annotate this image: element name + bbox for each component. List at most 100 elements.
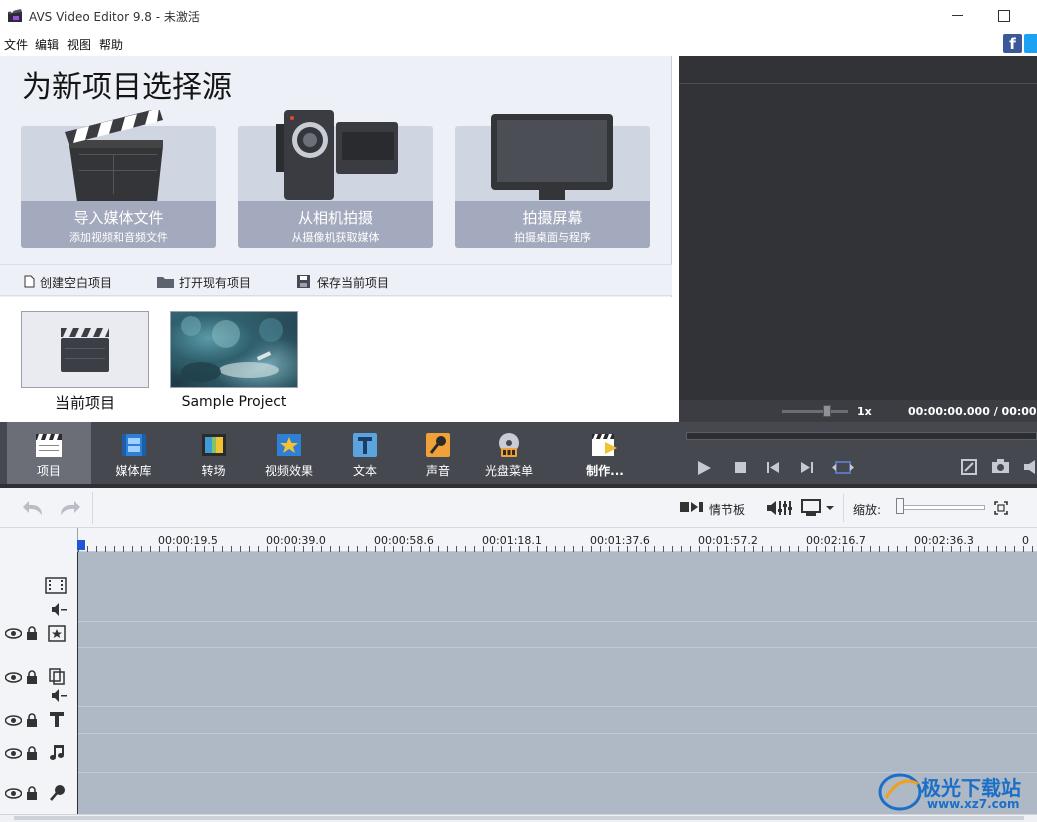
effects-track-icon	[48, 625, 66, 642]
ruler-label: 00:00:58.6	[374, 534, 434, 547]
produce-icon	[592, 434, 617, 456]
tab-video-effects[interactable]: 视频效果	[256, 422, 322, 484]
tab-transitions[interactable]: 转场	[176, 422, 251, 484]
save-current-project[interactable]: 保存当前项目	[297, 274, 389, 291]
storyboard-icon[interactable]	[680, 500, 704, 514]
ruler-label: 00:01:57.2	[698, 534, 758, 547]
current-project-thumbnail[interactable]	[21, 311, 149, 388]
tab-media-library[interactable]: 媒体库	[96, 422, 171, 484]
audio-mute-icon[interactable]	[52, 603, 68, 616]
tab-disc-menu[interactable]: 光盘菜单	[474, 422, 544, 484]
blank-page-icon	[24, 275, 35, 288]
tab-text[interactable]: 文本	[334, 422, 396, 484]
toolbar-divider	[843, 494, 844, 522]
avs-video-editor-window: AVS Video Editor 9.8 - 未激活 文件 编辑 视图 帮助 f…	[0, 0, 1037, 822]
timeline-toolbar	[0, 488, 1037, 528]
preview-panel	[679, 56, 1037, 422]
media-library-icon	[121, 434, 146, 456]
ruler-label: 00:02:36.3	[914, 534, 974, 547]
fullscreen-preview-icon[interactable]	[832, 461, 854, 474]
menu-help[interactable]: 帮助	[99, 36, 123, 53]
music-track-icon	[50, 745, 64, 760]
snapshot-camera-icon[interactable]	[991, 459, 1010, 474]
tab-project[interactable]: 项目	[7, 422, 91, 484]
create-blank-project[interactable]: 创建空白项目	[24, 274, 112, 291]
speed-slider[interactable]	[782, 410, 848, 413]
visibility-eye-icon[interactable]	[5, 672, 22, 683]
visibility-eye-icon[interactable]	[5, 748, 22, 759]
capture-screen-card[interactable]: 拍摄屏幕 拍摄桌面与程序	[455, 114, 650, 248]
redo-icon[interactable]	[57, 499, 81, 517]
capture-camera-card[interactable]: 从相机拍摄 从摄像机获取媒体	[238, 110, 433, 248]
diver-scene-image	[181, 316, 283, 382]
audio-mute-icon[interactable]	[52, 689, 68, 702]
monitor-icon	[491, 114, 613, 200]
lock-icon[interactable]	[26, 786, 38, 800]
zoom-label: 缩放:	[853, 503, 882, 517]
zoom-slider[interactable]	[898, 505, 985, 510]
ruler-label: 00:00:39.0	[266, 534, 326, 547]
import-media-card[interactable]: 导入媒体文件 添加视频和音频文件	[21, 110, 216, 248]
maximize-button[interactable]	[992, 6, 1016, 26]
visibility-eye-icon[interactable]	[5, 788, 22, 799]
speed-label: 1x	[857, 405, 872, 418]
capture-camera-label: 从相机拍摄 从摄像机获取媒体	[238, 201, 433, 248]
ruler-label: 00:01:37.6	[590, 534, 650, 547]
tab-audio[interactable]: 声音	[408, 422, 468, 484]
text-icon	[353, 433, 377, 457]
lock-icon[interactable]	[26, 626, 38, 640]
zoom-slider-knob[interactable]	[896, 498, 904, 514]
open-existing-project[interactable]: 打开现有项目	[157, 274, 251, 291]
fit-timeline-icon[interactable]	[994, 501, 1008, 515]
tab-produce[interactable]: 制作...	[574, 422, 636, 484]
menu-view[interactable]: 视图	[67, 36, 91, 53]
minimize-button[interactable]	[946, 6, 970, 26]
undo-icon[interactable]	[22, 499, 46, 517]
stop-icon[interactable]	[735, 462, 746, 473]
lock-icon[interactable]	[26, 670, 38, 684]
next-frame-icon[interactable]	[800, 462, 813, 473]
microphone-icon	[426, 433, 450, 457]
timecode-display: 00:00:00.000 / 00:00:0	[908, 405, 1037, 418]
preview-divider	[679, 83, 1037, 84]
project-actions-bar: 创建空白项目 打开现有项目 保存当前项目	[0, 264, 672, 296]
folder-icon	[157, 277, 174, 288]
track-separator	[78, 706, 1037, 707]
playhead-marker[interactable]	[77, 540, 85, 550]
speed-slider-knob[interactable]	[823, 405, 831, 417]
clapperboard-icon	[65, 110, 163, 202]
audio-mixer-icon[interactable]	[767, 499, 793, 517]
menu-edit[interactable]: 编辑	[35, 36, 59, 53]
menu-bar: 文件 编辑 视图 帮助	[0, 32, 1037, 56]
text-track-icon	[50, 712, 64, 727]
ruler-label: 0	[1022, 534, 1029, 547]
source-panel-title: 为新项目选择源	[22, 70, 232, 105]
twitter-icon[interactable]	[1024, 34, 1037, 53]
save-disk-icon	[297, 275, 310, 288]
previous-frame-icon[interactable]	[767, 462, 780, 473]
project-icon	[36, 434, 62, 457]
lock-icon[interactable]	[26, 746, 38, 760]
transitions-icon	[201, 434, 226, 456]
play-icon[interactable]	[696, 460, 712, 476]
storyboard-label[interactable]: 情节板	[709, 501, 745, 518]
video-effects-icon	[277, 434, 301, 456]
scrollbar-thumb[interactable]	[14, 816, 1024, 820]
track-separator	[78, 733, 1037, 734]
facebook-icon[interactable]: f	[1003, 34, 1022, 53]
sample-project-thumbnail[interactable]	[170, 311, 298, 388]
playback-progress-track[interactable]	[686, 432, 1037, 440]
aspect-ratio-dropdown-icon[interactable]	[801, 499, 835, 517]
lock-icon[interactable]	[26, 713, 38, 727]
timeline-left-border	[77, 552, 78, 814]
watermark-url: www.xz7.com	[927, 797, 1020, 811]
clapperboard-icon	[61, 328, 109, 372]
visibility-eye-icon[interactable]	[5, 628, 22, 639]
ruler-label: 00:00:19.5	[158, 534, 218, 547]
overlay-track-icon	[49, 668, 65, 685]
volume-icon[interactable]	[1024, 460, 1037, 474]
expand-icon[interactable]	[961, 459, 977, 475]
sample-project-label: Sample Project	[181, 394, 287, 410]
menu-file[interactable]: 文件	[4, 36, 28, 53]
visibility-eye-icon[interactable]	[5, 715, 22, 726]
